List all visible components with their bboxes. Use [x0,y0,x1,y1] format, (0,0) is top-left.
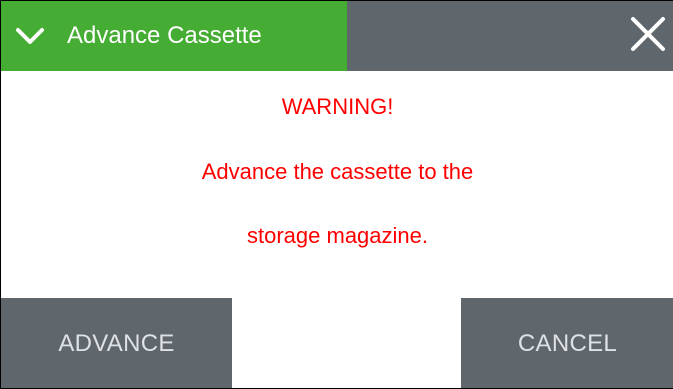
warning-line-1: Advance the cassette to the [201,159,474,184]
cancel-button[interactable]: CANCEL [461,298,673,388]
dialog-titlebar: Advance Cassette [1,1,673,71]
cancel-button-label: CANCEL [517,330,618,357]
chevron-down-icon[interactable] [13,24,47,48]
dialog-title: Advance Cassette [67,22,262,49]
advance-cassette-dialog: Advance Cassette WARNING! Advance the ca… [0,0,673,389]
close-button[interactable] [622,11,673,61]
advance-button-label: ADVANCE [58,330,175,357]
warning-line-2: storage magazine. [247,223,428,248]
close-icon [628,14,668,59]
dialog-title-tab[interactable]: Advance Cassette [1,1,347,71]
advance-button[interactable]: ADVANCE [1,298,232,388]
warning-heading: WARNING! [281,94,394,119]
